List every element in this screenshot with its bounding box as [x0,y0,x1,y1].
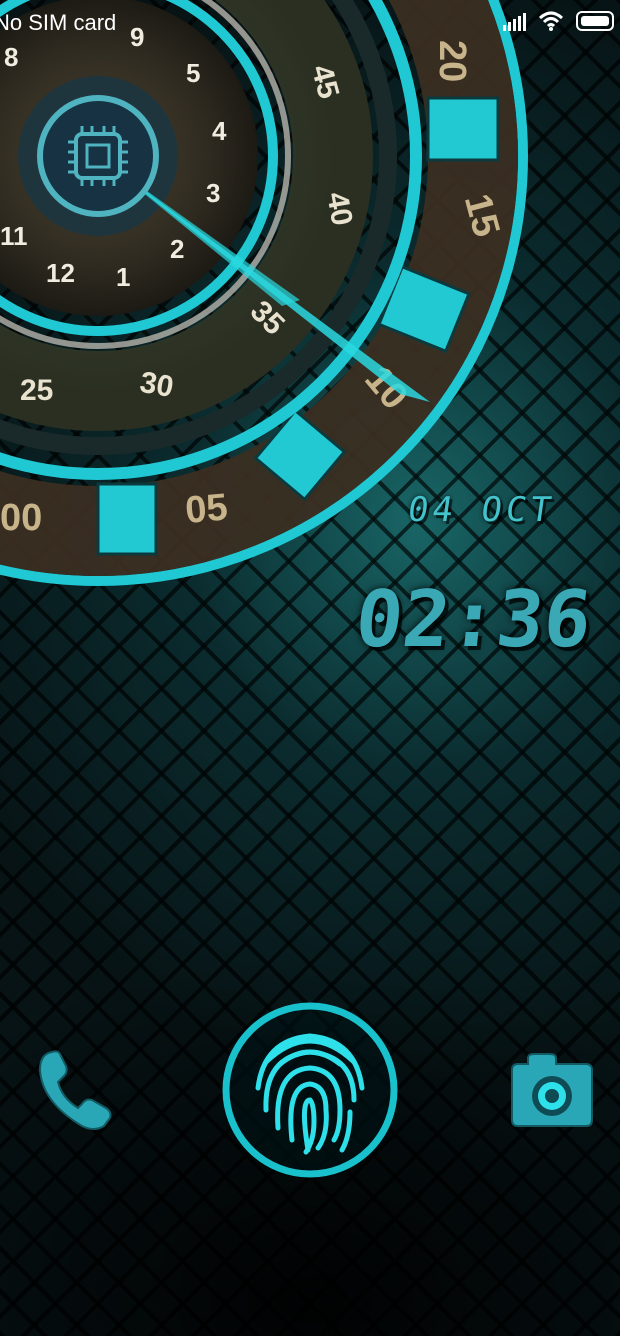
middle-number: 40 [320,190,358,229]
middle-number: 30 [137,366,176,404]
marker [96,482,158,556]
marker [426,96,500,162]
battery-icon [576,11,614,31]
inner-number: 11 [0,221,28,251]
fingerprint-unlock-button[interactable] [220,1000,400,1180]
inner-number: 1 [116,262,130,292]
inner-number: 5 [186,58,200,88]
wifi-icon [538,11,564,31]
lock-date: 04 OCT [405,490,558,530]
phone-icon [38,1050,112,1130]
signal-icon [503,11,526,31]
cpu-chip-icon [37,95,159,217]
lock-time: 02:36 [351,575,596,665]
inner-number: 3 [206,178,220,208]
inner-number: 4 [212,116,227,146]
outer-number: 05 [184,486,230,532]
phone-shortcut-button[interactable] [30,1040,120,1140]
inner-number: 12 [46,258,75,288]
camera-icon [511,1053,593,1127]
status-bar: No SIM card [0,0,620,48]
camera-shortcut-button[interactable] [508,1050,598,1140]
status-icons [503,10,614,32]
middle-number: 25 [20,374,53,407]
inner-number: 2 [170,234,184,264]
carrier-label: No SIM card [0,10,117,35]
outer-number: 00 [0,497,42,539]
fingerprint-icon [222,1002,398,1178]
